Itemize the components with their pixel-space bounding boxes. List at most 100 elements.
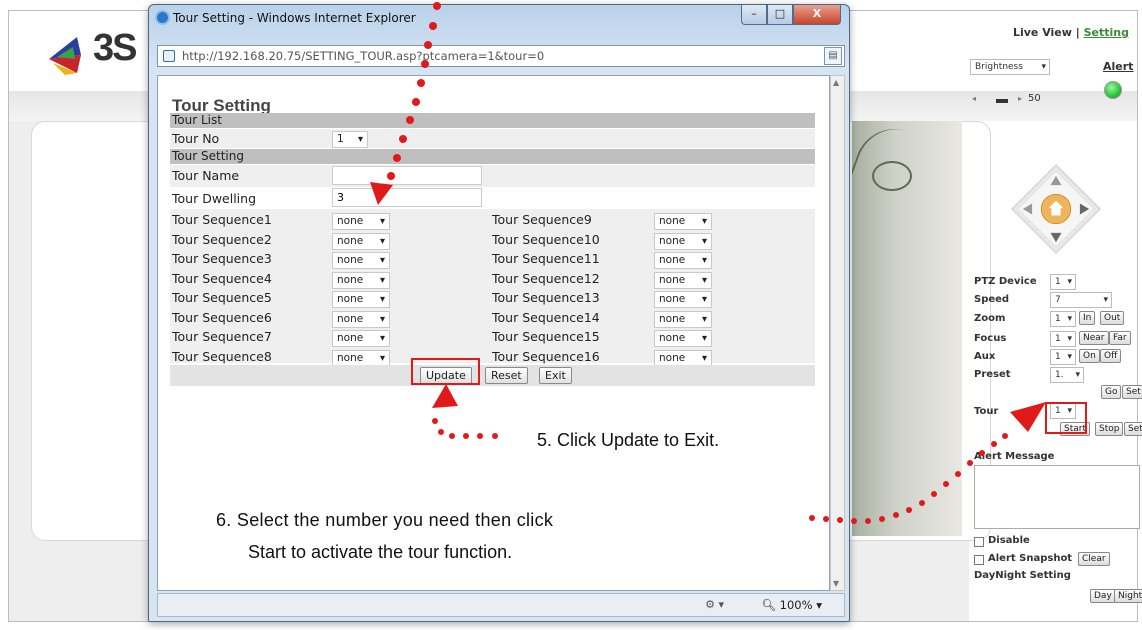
zoom-level: 100% — [779, 598, 813, 612]
tour-name-row — [170, 165, 815, 187]
step5-note: 5. Click Update to Exit. — [537, 430, 720, 450]
tour-sequence-select[interactable]: none — [332, 271, 390, 289]
tour-sequence-select[interactable]: none — [332, 232, 390, 250]
scroll-down-icon[interactable]: ▼ — [833, 579, 839, 588]
ie-logo-icon — [155, 10, 170, 25]
tour-sequence-select[interactable]: none — [654, 271, 712, 289]
maximize-button[interactable]: □ — [767, 5, 793, 25]
tour-sequence-select[interactable]: none — [332, 291, 390, 308]
brightness-slider[interactable]: ◂ ▸ 50 — [972, 93, 1052, 107]
aux-on-button[interactable]: On — [1079, 349, 1100, 363]
tour-sequence-select[interactable]: none — [654, 252, 712, 269]
minimize-button[interactable]: – — [741, 5, 767, 25]
disable-label: Disable — [988, 535, 1030, 546]
slider-thumb[interactable] — [996, 99, 1008, 103]
tour-sequence-label: Tour Sequence5 — [172, 290, 272, 305]
zoom-in-button[interactable]: In — [1079, 311, 1096, 325]
tour-sequence-label: Tour Sequence4 — [172, 270, 272, 286]
night-button[interactable]: Night — [1114, 589, 1142, 603]
section-tour-setting: Tour Setting — [170, 149, 815, 164]
tour-sequence-select[interactable]: none — [332, 252, 390, 269]
start-highlight-box — [1045, 402, 1087, 434]
tour-stop-button[interactable]: Stop — [1095, 422, 1124, 436]
tour-sequence-select[interactable]: none — [654, 232, 712, 250]
ptz-device-label: PTZ Device — [974, 276, 1037, 287]
tour-label: Tour — [974, 406, 999, 417]
camera-video-feed — [852, 121, 962, 536]
zoom-dropdown-icon[interactable]: ▾ — [816, 598, 822, 612]
alert-snapshot-label: Alert Snapshot — [988, 553, 1073, 564]
tour-name-label: Tour Name — [172, 168, 240, 183]
reset-button[interactable]: Reset — [485, 367, 528, 384]
aux-off-button[interactable]: Off — [1100, 349, 1122, 363]
disable-checkbox[interactable] — [974, 537, 984, 547]
daynight-label: DayNight Setting — [974, 570, 1071, 581]
zoom-select[interactable]: 1 — [1050, 311, 1076, 327]
update-highlight-box — [411, 358, 480, 385]
tour-sequence-label: Tour Sequence11 — [492, 251, 600, 266]
address-bar[interactable]: http://192.168.20.75/SETTING_TOUR.asp?pt… — [157, 45, 845, 67]
tour-sequence-select[interactable]: none — [654, 349, 712, 367]
tour-dwelling-input[interactable]: 3 — [332, 188, 482, 207]
alert-message-box[interactable] — [974, 465, 1140, 529]
tour-sequence-label: Tour Sequence2 — [172, 231, 272, 247]
tour-sequence-label: Tour Sequence9 — [492, 212, 592, 227]
preset-go-button[interactable]: Go — [1101, 385, 1122, 399]
day-button[interactable]: Day — [1090, 589, 1116, 603]
brightness-value: 50 — [1028, 93, 1041, 104]
nav-setting[interactable]: Setting — [1084, 26, 1129, 39]
speed-select[interactable]: 7 — [1050, 292, 1112, 308]
close-button[interactable]: X — [793, 5, 841, 25]
aux-label: Aux — [974, 351, 996, 362]
tour-sequence-select[interactable]: none — [654, 213, 712, 230]
focus-label: Focus — [974, 333, 1007, 344]
tour-sequence-label: Tour Sequence8 — [172, 348, 272, 364]
tour-sequence-select[interactable]: none — [332, 349, 390, 367]
tour-sequence-label: Tour Sequence3 — [172, 251, 272, 266]
status-bar: ⚙ ▾ 🔍︎ 100% ▾ — [157, 593, 845, 617]
tour-sequence-select[interactable]: none — [654, 310, 712, 328]
tour-no-label: Tour No — [172, 131, 220, 146]
alert-label: Alert — [1103, 60, 1134, 73]
tour-name-input[interactable] — [332, 166, 482, 185]
address-url[interactable]: http://192.168.20.75/SETTING_TOUR.asp?pt… — [182, 49, 544, 63]
speed-label: Speed — [974, 294, 1010, 305]
clear-button[interactable]: Clear — [1078, 552, 1110, 566]
compatibility-icon[interactable]: ▤ — [824, 47, 842, 65]
preset-set-button[interactable]: Set — [1122, 385, 1142, 399]
zoom-control[interactable]: 🔍︎ 100% ▾ — [761, 598, 822, 612]
tour-sequence-select[interactable]: none — [332, 213, 390, 230]
preset-select[interactable]: 1. — [1050, 367, 1084, 383]
tour-sequence-select[interactable]: none — [332, 330, 390, 347]
brightness-select[interactable]: Brightness — [970, 59, 1050, 75]
tour-sequence-select[interactable]: none — [654, 291, 712, 308]
tour-no-select[interactable]: 1 — [332, 131, 368, 148]
vertical-scrollbar[interactable]: ▲ ▼ — [830, 75, 845, 591]
preset-label: Preset — [974, 369, 1011, 380]
protected-mode-icon[interactable]: ⚙ ▾ — [705, 598, 724, 611]
nav-live-view[interactable]: Live View — [1013, 26, 1072, 39]
focus-far-button[interactable]: Far — [1109, 331, 1131, 345]
slider-left-arrow-icon[interactable]: ◂ — [972, 94, 976, 103]
tour-sequence-select[interactable]: none — [654, 330, 712, 347]
alert-snapshot-checkbox[interactable] — [974, 555, 984, 565]
tour-sequence-label: Tour Sequence13 — [492, 290, 600, 305]
exit-button[interactable]: Exit — [539, 367, 572, 384]
tour-sequence-label: Tour Sequence16 — [492, 348, 600, 364]
zoom-magnifier-icon: 🔍︎ — [761, 598, 777, 612]
focus-select[interactable]: 1 — [1050, 331, 1076, 347]
tour-sequence-label: Tour Sequence6 — [172, 309, 272, 325]
top-nav: Live View | Setting — [1013, 26, 1129, 39]
tour-sequence-select[interactable]: none — [332, 310, 390, 328]
section-tour-list: Tour List — [170, 113, 815, 128]
aux-select[interactable]: 1 — [1050, 349, 1076, 365]
tour-set-button[interactable]: Set — [1124, 422, 1142, 436]
tour-no-row — [170, 129, 815, 148]
focus-near-button[interactable]: Near — [1079, 331, 1109, 345]
scroll-up-icon[interactable]: ▲ — [833, 78, 839, 87]
ptz-direction-pad-icon[interactable] — [1010, 163, 1102, 255]
slider-right-arrow-icon[interactable]: ▸ — [1018, 94, 1022, 103]
ptz-device-select[interactable]: 1 — [1050, 274, 1076, 290]
page-icon — [163, 50, 175, 62]
zoom-out-button[interactable]: Out — [1100, 311, 1125, 325]
